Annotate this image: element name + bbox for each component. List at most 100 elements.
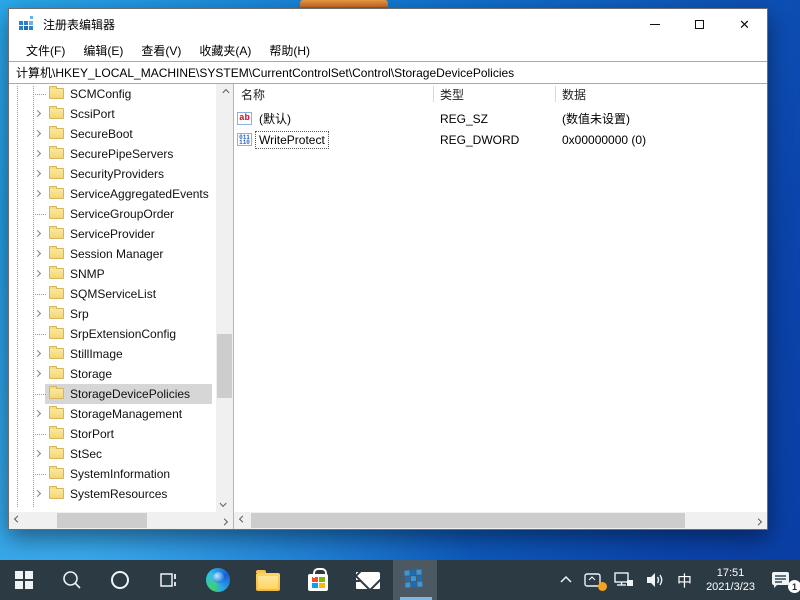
scrollbar-thumb[interactable] — [251, 513, 685, 528]
tree-item-ServiceProvider[interactable]: ServiceProvider — [9, 224, 216, 244]
cortana-button[interactable] — [98, 560, 142, 600]
tree-item-StorageManagement[interactable]: StorageManagement — [9, 404, 216, 424]
search-icon — [61, 569, 83, 591]
tray-expand-button[interactable] — [554, 560, 578, 600]
scroll-left-arrow[interactable] — [234, 512, 251, 529]
scroll-left-arrow[interactable] — [9, 512, 26, 529]
registry-editor-taskbar-button[interactable] — [393, 560, 437, 600]
folder-icon — [49, 128, 64, 139]
expand-chevron-icon[interactable] — [34, 450, 41, 457]
expand-chevron-icon[interactable] — [34, 350, 41, 357]
scroll-up-arrow[interactable] — [216, 84, 233, 101]
tree-item-label: Session Manager — [70, 244, 163, 264]
start-button[interactable] — [2, 560, 46, 600]
tree-item-SQMServiceList[interactable]: SQMServiceList — [9, 284, 216, 304]
registry-tree: SCMConfigScsiPortSecureBootSecurePipeSer… — [9, 84, 216, 512]
maximize-button[interactable] — [677, 9, 722, 39]
expand-chevron-icon[interactable] — [34, 150, 41, 157]
menu-item-1[interactable]: 编辑(E) — [74, 39, 132, 62]
menu-item-4[interactable]: 帮助(H) — [260, 39, 319, 62]
edge-button[interactable] — [196, 560, 240, 600]
folder-icon — [49, 168, 64, 179]
tree-connector-line — [33, 214, 47, 215]
column-header-data[interactable]: 数据 — [555, 86, 767, 103]
column-divider[interactable] — [555, 86, 556, 102]
values-list: ab(默认)REG_SZ(数值未设置)011110WriteProtectREG… — [234, 104, 767, 150]
list-horizontal-scrollbar[interactable] — [234, 512, 767, 529]
menu-item-3[interactable]: 收藏夹(A) — [190, 39, 260, 62]
values-pane: 名称 类型 数据 ab(默认)REG_SZ(数值未设置)011110WriteP… — [234, 84, 767, 529]
scroll-down-arrow[interactable] — [216, 495, 233, 512]
expand-chevron-icon[interactable] — [34, 490, 41, 497]
tree-item-SecurityProviders[interactable]: SecurityProviders — [9, 164, 216, 184]
column-divider[interactable] — [433, 86, 434, 102]
minimize-button[interactable] — [632, 9, 677, 39]
network-button[interactable] — [608, 560, 640, 600]
expand-chevron-icon[interactable] — [34, 410, 41, 417]
tree-item-SecureBoot[interactable]: SecureBoot — [9, 124, 216, 144]
tree-item-ServiceAggregatedEvents[interactable]: ServiceAggregatedEvents — [9, 184, 216, 204]
tree-item-SCMConfig[interactable]: SCMConfig — [9, 84, 216, 104]
tree-item-ScsiPort[interactable]: ScsiPort — [9, 104, 216, 124]
tree-item-StorPort[interactable]: StorPort — [9, 424, 216, 444]
expand-chevron-icon[interactable] — [34, 170, 41, 177]
volume-button[interactable] — [640, 560, 670, 600]
address-bar[interactable]: 计算机\HKEY_LOCAL_MACHINE\SYSTEM\CurrentCon… — [9, 61, 767, 84]
tree-item-label: StSec — [70, 444, 102, 464]
expand-chevron-icon[interactable] — [34, 110, 41, 117]
menu-item-0[interactable]: 文件(F) — [17, 39, 74, 62]
background-window-sliver — [300, 0, 388, 7]
cortana-icon — [111, 571, 129, 589]
tree-item-SrpExtensionConfig[interactable]: SrpExtensionConfig — [9, 324, 216, 344]
value-row-WriteProtect[interactable]: 011110WriteProtectREG_DWORD0x00000000 (0… — [234, 129, 767, 150]
tree-item-SystemResources[interactable]: SystemResources — [9, 484, 216, 504]
column-header-type[interactable]: 类型 — [433, 86, 555, 103]
close-button[interactable]: ✕ — [722, 9, 767, 39]
scrollbar-thumb[interactable] — [217, 334, 232, 398]
folder-icon — [49, 108, 64, 119]
folder-icon — [49, 268, 64, 279]
folder-icon — [49, 328, 64, 339]
tree-item-SystemInformation[interactable]: SystemInformation — [9, 464, 216, 484]
tray-device-button[interactable] — [578, 560, 608, 600]
scroll-right-arrow[interactable] — [216, 512, 233, 529]
tree-vertical-scrollbar[interactable] — [216, 84, 233, 512]
column-header-name[interactable]: 名称 — [234, 86, 433, 103]
value-row-(默认)[interactable]: ab(默认)REG_SZ(数值未设置) — [234, 108, 767, 129]
expand-chevron-icon[interactable] — [34, 270, 41, 277]
action-center-button[interactable]: 1 — [762, 560, 800, 600]
expand-chevron-icon[interactable] — [34, 230, 41, 237]
tree-horizontal-scrollbar[interactable] — [9, 512, 233, 529]
tree-item-StorageDevicePolicies[interactable]: StorageDevicePolicies — [9, 384, 216, 404]
expand-chevron-icon[interactable] — [34, 190, 41, 197]
tree-item-SNMP[interactable]: SNMP — [9, 264, 216, 284]
tree-item-SecurePipeServers[interactable]: SecurePipeServers — [9, 144, 216, 164]
folder-icon — [49, 228, 64, 239]
menu-item-2[interactable]: 查看(V) — [132, 39, 190, 62]
ime-indicator[interactable]: 中 — [670, 560, 699, 600]
scrollbar-thumb[interactable] — [57, 513, 147, 528]
expand-chevron-icon[interactable] — [34, 250, 41, 257]
expand-chevron-icon[interactable] — [34, 310, 41, 317]
search-button[interactable] — [50, 560, 94, 600]
scroll-right-arrow[interactable] — [750, 512, 767, 529]
tree-item-label: Srp — [70, 304, 89, 324]
task-view-button[interactable] — [146, 560, 190, 600]
tree-item-Storage[interactable]: Storage — [9, 364, 216, 384]
menu-bar: 文件(F)编辑(E)查看(V)收藏夹(A)帮助(H) — [9, 39, 767, 61]
expand-chevron-icon[interactable] — [34, 130, 41, 137]
mail-button[interactable] — [346, 560, 390, 600]
title-bar[interactable]: 注册表编辑器 ✕ — [9, 9, 767, 39]
file-explorer-button[interactable] — [246, 560, 290, 600]
tree-item-StillImage[interactable]: StillImage — [9, 344, 216, 364]
taskbar: 中 17:51 2021/3/23 1 — [0, 560, 800, 600]
store-button[interactable] — [296, 560, 340, 600]
tree-item-Srp[interactable]: Srp — [9, 304, 216, 324]
tree-item-StSec[interactable]: StSec — [9, 444, 216, 464]
tree-item-Session Manager[interactable]: Session Manager — [9, 244, 216, 264]
folder-icon — [49, 88, 64, 99]
taskbar-clock[interactable]: 17:51 2021/3/23 — [699, 560, 762, 600]
expand-chevron-icon[interactable] — [34, 370, 41, 377]
tree-item-label: ServiceAggregatedEvents — [70, 184, 209, 204]
tree-item-ServiceGroupOrder[interactable]: ServiceGroupOrder — [9, 204, 216, 224]
